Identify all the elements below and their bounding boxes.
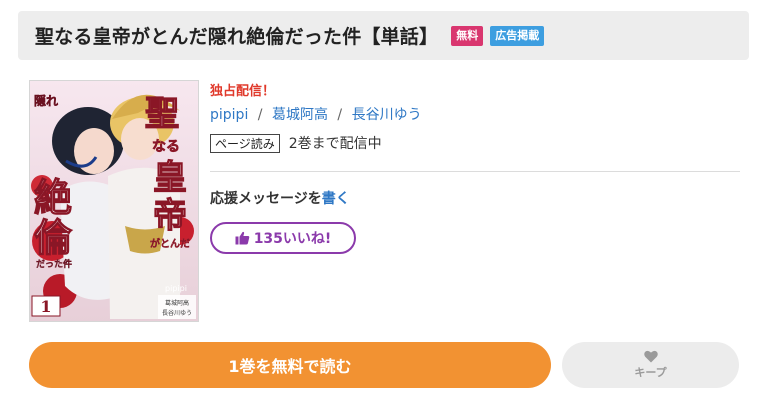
read-free-label: 1巻を無料で読む bbox=[228, 357, 352, 376]
author-link-katsuragi[interactable]: 葛城阿高 bbox=[272, 107, 328, 123]
like-count-label: 135いいね! bbox=[253, 231, 332, 247]
author-link-pipipi[interactable]: pipipi bbox=[210, 107, 248, 123]
cover-publisher: pipipi bbox=[165, 284, 187, 293]
heart-icon bbox=[643, 350, 658, 363]
cover-side-1: 隠れ bbox=[34, 93, 58, 108]
cover-title-2: なる bbox=[152, 139, 180, 155]
support-message-row: 応援メッセージを書く bbox=[210, 188, 350, 208]
cover-title-4: 帝 bbox=[153, 196, 187, 236]
write-support-message-link[interactable]: 書く bbox=[322, 191, 350, 207]
author-link-hasegawa[interactable]: 長谷川ゆう bbox=[352, 107, 422, 123]
exclusive-label: 独占配信！ bbox=[210, 84, 276, 99]
keep-button[interactable]: キープ bbox=[562, 342, 739, 388]
cover-title-5: がとんだ bbox=[150, 237, 190, 250]
cover-image[interactable]: 聖 なる 皇 帝 がとんだ 隠れ 絶 倫 だった件 1 pipipi 葛城阿高 … bbox=[29, 80, 199, 322]
author-separator: / bbox=[257, 107, 263, 123]
volume-status: 2巻まで配信中 bbox=[288, 136, 382, 152]
cover-side-4: だった件 bbox=[36, 258, 72, 270]
keep-label: キープ bbox=[634, 366, 667, 379]
read-free-button[interactable]: 1巻を無料で読む bbox=[29, 342, 551, 388]
ad-badge: 広告掲載 bbox=[490, 25, 545, 46]
author-list: pipipi / 葛城阿高 / 長谷川ゆう bbox=[210, 104, 422, 124]
page-read-tag: ページ読み bbox=[210, 133, 280, 153]
cover-title-1: 聖 bbox=[145, 94, 179, 134]
cover-side-3: 倫 bbox=[34, 215, 73, 260]
author-separator: / bbox=[337, 107, 343, 123]
cover-art: 聖 なる 皇 帝 がとんだ 隠れ 絶 倫 だった件 1 pipipi 葛城阿高 … bbox=[30, 81, 198, 321]
title-bar: 聖なる皇帝がとんだ隠れ絶倫だった件【単話】 無料 広告掲載 bbox=[18, 11, 749, 60]
cover-side-2: 絶 bbox=[34, 175, 72, 220]
thumbs-up-icon bbox=[235, 231, 249, 245]
read-info-row: ページ読み 2巻まで配信中 bbox=[210, 133, 382, 153]
free-badge: 無料 bbox=[451, 25, 484, 46]
cover-credit-1: 葛城阿高 bbox=[165, 299, 189, 307]
support-prefix: 応援メッセージを bbox=[210, 191, 322, 207]
like-button[interactable]: 135いいね! bbox=[210, 222, 356, 254]
cover-volume: 1 bbox=[40, 297, 51, 316]
cover-title-3: 皇 bbox=[153, 158, 187, 198]
cover-credit-2: 長谷川ゆう bbox=[162, 309, 192, 317]
book-title: 聖なる皇帝がとんだ隠れ絶倫だった件【単話】 bbox=[35, 26, 439, 48]
book-detail-page: 聖なる皇帝がとんだ隠れ絶倫だった件【単話】 無料 広告掲載 聖 なる 皇 帝 が… bbox=[0, 0, 780, 404]
divider bbox=[210, 171, 740, 172]
